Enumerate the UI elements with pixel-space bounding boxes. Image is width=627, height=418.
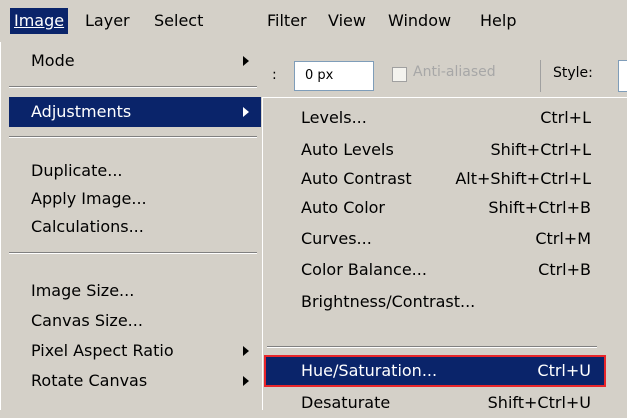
menu-filter-label: Filter (267, 11, 307, 30)
menu-item-pixel-aspect-ratio[interactable]: Pixel Aspect Ratio (9, 336, 261, 366)
menu-view-label: View (328, 11, 366, 30)
menu-item-rotate-canvas-label: Rotate Canvas (31, 371, 148, 390)
menu-image[interactable]: Image (10, 8, 69, 34)
shortcut-label: Shift+Ctrl+B (488, 198, 591, 217)
feather-colon: : (272, 67, 277, 83)
submenu-arrow-icon (243, 107, 249, 117)
menu-item-duplicate-label: Duplicate... (31, 161, 123, 180)
menu-filter[interactable]: Filter (263, 8, 311, 34)
menu-separator (9, 86, 257, 88)
menu-item-brightness-contrast-label: Brightness/Contrast... (301, 292, 476, 311)
menu-bar: Image Layer Select Filter View Window He… (0, 0, 627, 42)
menu-item-desaturate[interactable]: Desaturate Shift+Ctrl+U (265, 388, 605, 418)
submenu-arrow-icon (243, 56, 249, 66)
menu-item-calculations[interactable]: Calculations... (9, 212, 261, 242)
shortcut-label: Shift+Ctrl+L (490, 140, 591, 159)
menu-select-label: Select (154, 11, 204, 30)
menu-item-apply-image[interactable]: Apply Image... (9, 184, 261, 214)
menu-item-rotate-canvas[interactable]: Rotate Canvas (9, 366, 261, 396)
menu-item-auto-levels[interactable]: Auto Levels Shift+Ctrl+L (265, 135, 605, 165)
menu-window-label: Window (388, 11, 452, 30)
menu-item-desaturate-label: Desaturate (301, 393, 391, 412)
menu-separator (9, 252, 257, 254)
image-menu: Mode Adjustments Duplicate... Apply Imag… (0, 42, 261, 410)
menu-item-color-balance[interactable]: Color Balance... Ctrl+B (265, 255, 605, 285)
menu-separator (267, 346, 597, 348)
menu-item-adjustments-label: Adjustments (31, 102, 132, 121)
menu-item-calculations-label: Calculations... (31, 217, 144, 236)
menu-layer-label: Layer (85, 11, 130, 30)
menu-item-curves-label: Curves... (301, 229, 372, 248)
menu-item-pixel-aspect-ratio-label: Pixel Aspect Ratio (31, 341, 174, 360)
menu-item-auto-contrast[interactable]: Auto Contrast Alt+Shift+Ctrl+L (265, 164, 605, 194)
options-divider (540, 60, 541, 92)
anti-aliased-label: Anti-aliased (413, 64, 496, 80)
menu-window[interactable]: Window (384, 8, 455, 34)
anti-aliased-checkbox[interactable] (392, 67, 407, 82)
shortcut-label: Ctrl+B (538, 260, 591, 279)
shortcut-label: Shift+Ctrl+U (487, 393, 591, 412)
menu-item-mode[interactable]: Mode (9, 46, 261, 76)
menu-layer[interactable]: Layer (81, 8, 134, 34)
menu-image-label: Image (14, 11, 65, 30)
shortcut-label: Ctrl+M (535, 229, 591, 248)
menu-item-curves[interactable]: Curves... Ctrl+M (265, 224, 605, 254)
menu-item-color-balance-label: Color Balance... (301, 260, 427, 279)
menu-item-brightness-contrast[interactable]: Brightness/Contrast... (265, 287, 605, 317)
adjustments-submenu: Levels... Ctrl+L Auto Levels Shift+Ctrl+… (262, 97, 627, 412)
feather-input[interactable]: 0 px (294, 61, 374, 91)
menu-item-apply-image-label: Apply Image... (31, 189, 147, 208)
menu-item-canvas-size-label: Canvas Size... (31, 311, 143, 330)
menu-item-auto-color-label: Auto Color (301, 198, 386, 217)
menu-item-hue-saturation[interactable]: Hue/Saturation... Ctrl+U (264, 355, 606, 387)
menu-help-label: Help (480, 11, 517, 30)
style-label: Style: (553, 65, 593, 81)
submenu-arrow-icon (243, 376, 249, 386)
menu-item-levels-label: Levels... (301, 108, 367, 127)
menu-item-duplicate[interactable]: Duplicate... (9, 156, 261, 186)
menu-item-image-size[interactable]: Image Size... (9, 276, 261, 306)
shortcut-label: Ctrl+L (540, 108, 591, 127)
menu-item-mode-label: Mode (31, 51, 75, 70)
menu-item-auto-contrast-label: Auto Contrast (301, 169, 412, 188)
menu-select[interactable]: Select (150, 8, 207, 34)
shortcut-label: Alt+Shift+Ctrl+L (455, 169, 591, 188)
menu-item-auto-levels-label: Auto Levels (301, 140, 394, 159)
menu-separator (9, 136, 257, 138)
menu-item-hue-saturation-label: Hue/Saturation... (301, 361, 438, 380)
style-select[interactable] (618, 60, 627, 92)
menu-item-canvas-size[interactable]: Canvas Size... (9, 306, 261, 336)
menu-item-levels[interactable]: Levels... Ctrl+L (265, 103, 605, 133)
menu-item-image-size-label: Image Size... (31, 281, 135, 300)
shortcut-label: Ctrl+U (537, 361, 591, 380)
menu-view[interactable]: View (324, 8, 370, 34)
submenu-arrow-icon (243, 346, 249, 356)
menu-help[interactable]: Help (476, 8, 520, 34)
menu-item-adjustments[interactable]: Adjustments (9, 97, 261, 127)
menu-item-auto-color[interactable]: Auto Color Shift+Ctrl+B (265, 193, 605, 223)
